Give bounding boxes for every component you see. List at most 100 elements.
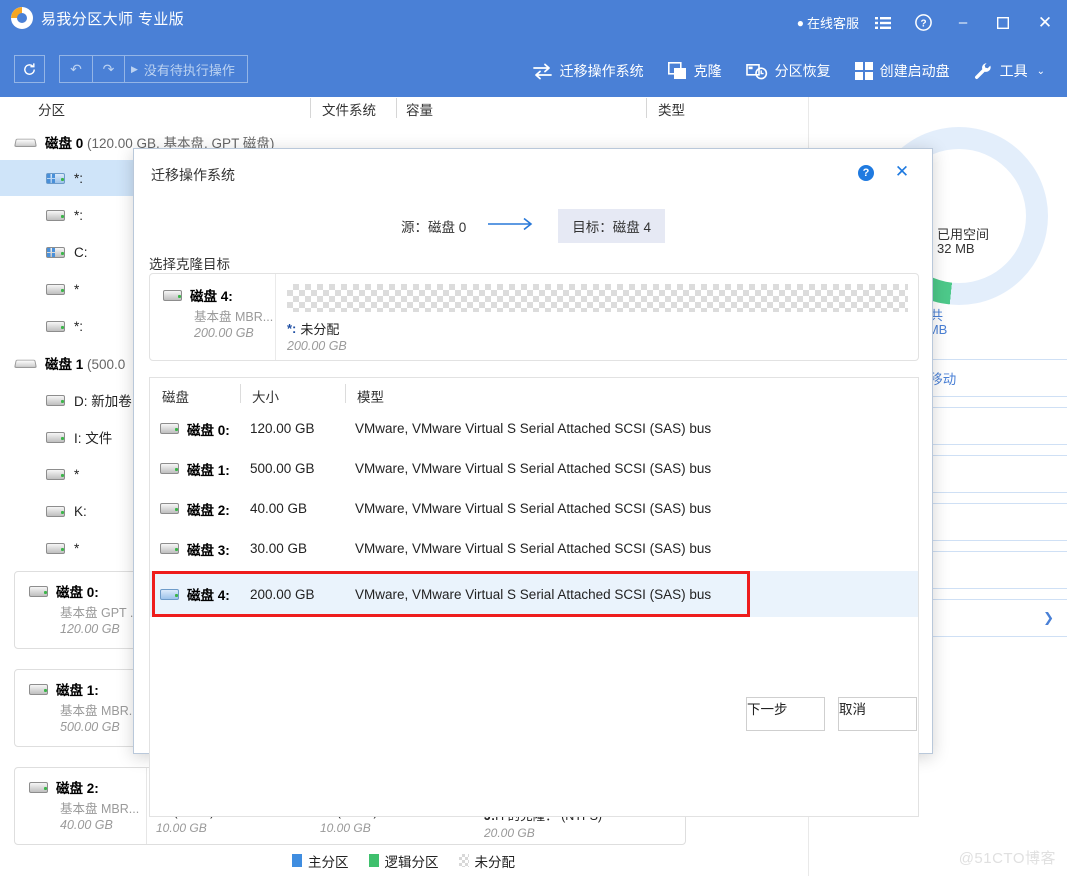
unallocated-label: *:未分配 [287,319,908,338]
disk-icon [160,462,180,475]
source-target-flow: 源：磁盘 0 目标：磁盘 4 [134,207,932,245]
cancel-button[interactable]: 取消 [838,697,917,731]
disk-table-row-1[interactable]: 磁盘 1: 500.00 GB VMware, VMware Virtual S… [150,451,918,486]
legend-item-primary: 主分区 [292,851,349,871]
disk-card-1-info: 磁盘 1: 基本盘 MBR... 500.00 GB [15,670,147,746]
legend-item-logical: 逻辑分区 [369,851,439,871]
online-support-button[interactable]: ● 在线客服 [797,0,863,45]
disk-table-row-3-model: VMware, VMware Virtual S Serial Attached… [355,541,711,556]
disk-table-row-0-model: VMware, VMware Virtual S Serial Attached… [355,421,711,436]
help-circle-icon[interactable]: ? [903,0,943,45]
title-bar: 易我分区大师 专业版 ● 在线客服 ? – [0,0,1067,45]
app-logo-icon [11,7,33,29]
partition-recovery-icon [746,62,768,80]
dialog-footer: 下一步 取消 [134,681,932,753]
watermark: @51CTO博客 [959,847,1056,868]
flow-target-label: 目标：磁盘 4 [558,209,665,243]
partition-recovery-button[interactable]: 分区恢复 [734,45,843,97]
partition-windows-icon [46,172,66,185]
dialog-header: 迁移操作系统 ? ✕ [134,149,932,197]
column-header-capacity: 容量 [406,99,433,119]
legend-primary-label: 主分区 [308,851,349,871]
disk-table-row-4-size: 200.00 GB [250,587,315,602]
disk-table-row-0-size: 120.00 GB [250,421,315,436]
disk-icon [160,422,180,435]
disk-card-2-info: 磁盘 2: 基本盘 MBR... 40.00 GB [15,768,147,844]
pending-operations-label: 没有待执行操作 [144,60,235,79]
unallocated-bar-icon [287,284,908,312]
disk-table-row-3[interactable]: 磁盘 3: 30.00 GB VMware, VMware Virtual S … [150,531,918,566]
primary-partition-swatch-icon [292,854,302,867]
play-triangle-icon: ▶ [131,64,138,75]
clone-button[interactable]: 克隆 [656,45,734,97]
pending-operations-button[interactable]: ▶ 没有待执行操作 [125,55,248,83]
tree-partition-3-label: * [74,282,79,297]
clone-label: 克隆 [694,61,722,81]
application-window: 易我分区大师 专业版 ● 在线客服 ? – [0,0,1067,876]
column-header-partition: 分区 [38,99,65,119]
legend: 主分区 逻辑分区 未分配 [0,845,807,876]
refresh-button[interactable] [14,55,45,83]
wrench-icon [974,62,993,80]
tree-partition-9-label: * [74,541,79,556]
online-support-label: 在线客服 [807,13,859,32]
close-icon[interactable]: ✕ [892,162,912,182]
target-disk-preview[interactable]: 磁盘 4: 基本盘 MBR... 200.00 GB *:未分配 200.00 … [149,273,919,361]
close-button[interactable]: ✕ [1023,0,1067,45]
disk-icon [160,502,180,515]
disk-table-header: 磁盘 大小 模型 [150,378,918,411]
flow-source-label: 源：磁盘 0 [401,216,466,236]
list-menu-icon[interactable] [863,0,903,45]
next-button[interactable]: 下一步 [746,697,825,731]
partition-bar-h-size: 10.00 GB [320,821,472,835]
partition-list-header: 分区 文件系统 容量 类型 [0,97,807,124]
disk-table-row-1-model: VMware, VMware Virtual S Serial Attached… [355,461,711,476]
partition-icon [46,209,66,222]
disk-card-1-title: 磁盘 1: [29,679,146,699]
bell-icon: ● [797,17,804,29]
disk-table-row-2-name: 磁盘 2: [160,499,230,519]
migrate-os-button[interactable]: 迁移操作系统 [520,45,656,97]
help-icon[interactable]: ? [858,165,874,181]
legend-unallocated-label: 未分配 [475,851,516,871]
redo-button[interactable]: ↷ [92,55,125,83]
legend-item-unallocated: 未分配 [459,851,516,871]
chevron-right-icon: ❯ [1043,610,1054,626]
disk-icon [160,542,180,555]
dialog-title: 迁移操作系统 [151,165,235,185]
arrow-right-icon [488,217,536,236]
disk-icon [14,356,38,370]
disk-table-row-2-model: VMware, VMware Virtual S Serial Attached… [355,501,711,516]
partition-icon [46,542,66,555]
toolbar: ↶ ↷ ▶ 没有待执行操作 迁移操作系统 [0,45,1067,97]
disk-icon [29,585,49,598]
disk-table-row-0[interactable]: 磁盘 0: 120.00 GB VMware, VMware Virtual S… [150,411,918,446]
disk-table-row-4[interactable]: 磁盘 4: 200.00 GB VMware, VMware Virtual S… [150,571,918,617]
maximize-button[interactable] [983,0,1023,45]
partition-recovery-label: 分区恢复 [775,61,831,81]
column-header-filesystem: 文件系统 [322,99,376,119]
tree-disk-1-label: 磁盘 1 (500.0 [45,353,125,373]
tools-button[interactable]: 工具 ⌄ [962,45,1057,97]
toolbar-actions: 迁移操作系统 克隆 [520,45,1057,97]
tree-partition-7-label: * [74,467,79,482]
target-disk-info: 磁盘 4: 基本盘 MBR... 200.00 GB [150,274,276,360]
partition-icon [46,505,66,518]
disk-card-0-info: 磁盘 0: 基本盘 GPT ... 120.00 GB [15,572,147,648]
migrate-os-icon [532,63,553,80]
disk-card-0-title: 磁盘 0: [29,581,146,601]
clone-icon [668,62,687,80]
disk-table-row-2-size: 40.00 GB [250,501,307,516]
undo-button[interactable]: ↶ [59,55,92,83]
target-disk-size: 200.00 GB [194,326,275,340]
partition-icon [46,468,66,481]
create-bootable-disk-button[interactable]: 创建启动盘 [843,45,962,97]
target-disk-bar: *:未分配 200.00 GB [277,274,918,360]
disk-table-row-2[interactable]: 磁盘 2: 40.00 GB VMware, VMware Virtual S … [150,491,918,526]
disk-card-2-title: 磁盘 2: [29,777,146,797]
history-button-group: ↶ ↷ ▶ 没有待执行操作 [14,55,248,83]
minimize-button[interactable]: – [943,0,983,45]
disk-icon [163,289,183,302]
unallocated-size: 200.00 GB [287,339,908,353]
disk-table-row-4-name: 磁盘 4: [160,584,230,604]
